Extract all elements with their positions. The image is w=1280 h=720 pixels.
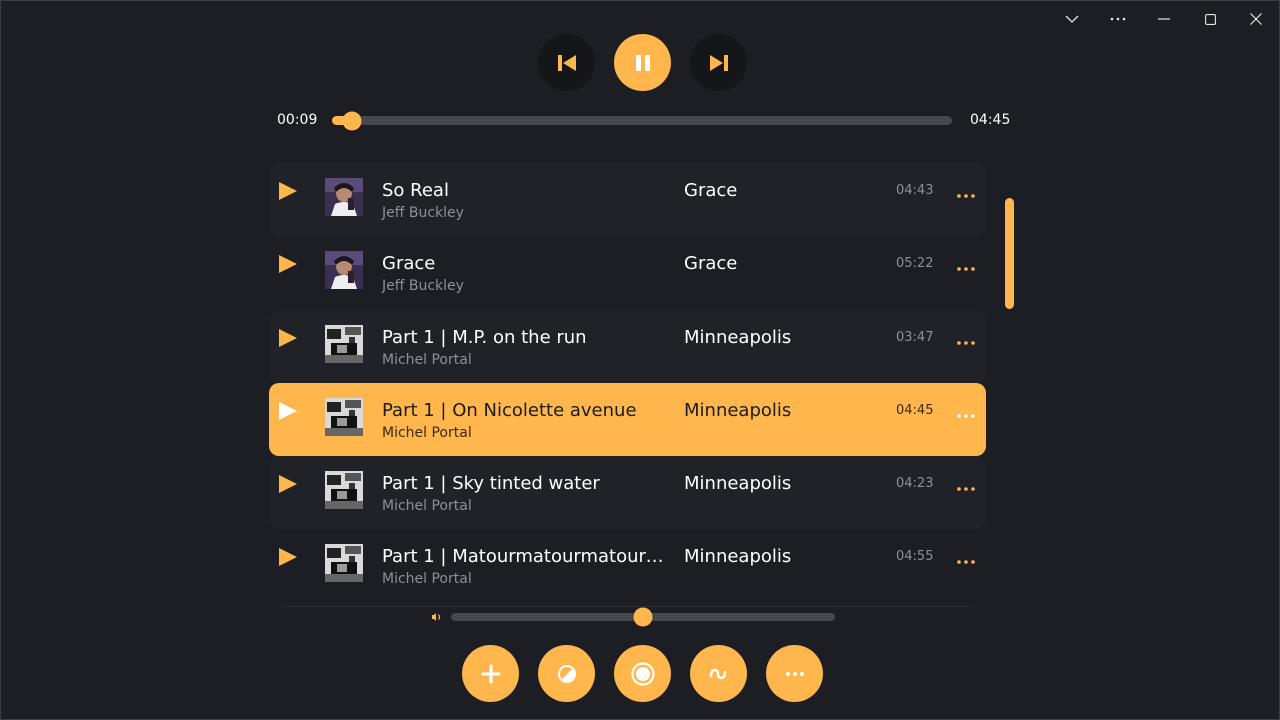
play-icon[interactable]: [278, 547, 298, 567]
track-artist: Jeff Buckley: [382, 278, 464, 295]
action-bar: [462, 645, 823, 702]
more-icon: [785, 671, 804, 676]
volume-thumb[interactable]: [633, 607, 653, 627]
add-button[interactable]: [462, 645, 519, 702]
track-album: Minneapolis: [684, 546, 792, 568]
title-bar-controls: [1049, 1, 1279, 37]
track-artist: Michel Portal: [382, 424, 472, 441]
skip-next-icon: [709, 54, 728, 71]
total-time: 04:45: [970, 112, 1011, 128]
more-options-icon[interactable]: [955, 480, 977, 494]
play-icon[interactable]: [278, 181, 298, 201]
play-icon[interactable]: [278, 254, 298, 274]
skip-previous-icon: [557, 54, 576, 71]
track-duration: 04:23: [896, 476, 934, 492]
seek-thumb[interactable]: [342, 111, 362, 130]
track-duration: 04:43: [896, 183, 934, 198]
track-album: Grace: [684, 253, 738, 275]
volume-icon[interactable]: [430, 610, 444, 624]
track-album: Minneapolis: [684, 326, 792, 348]
previous-track-button[interactable]: [538, 34, 595, 91]
track-list: So Real Jeff Buckley Grace 04:43 Grace Jeff B…: [269, 163, 986, 593]
track-artist: Michel Portal: [382, 351, 472, 368]
track-row[interactable]: Part 1 | Sky tinted water Michel Portal Mi…: [269, 456, 986, 530]
pause-button[interactable]: [614, 34, 671, 91]
track-row[interactable]: Part 1 | Matourmatourmatourm... Michel Po…: [269, 529, 986, 593]
track-title: So Real: [382, 180, 449, 201]
wave-button[interactable]: [690, 645, 747, 702]
track-duration: 04:45: [896, 402, 934, 418]
track-album: Grace: [684, 180, 738, 201]
track-title: Grace: [382, 253, 436, 275]
album-art: [325, 397, 363, 436]
album-art: [325, 178, 363, 216]
volume-slider[interactable]: [451, 607, 835, 627]
play-icon[interactable]: [278, 474, 298, 494]
more-options-icon[interactable]: [955, 553, 977, 567]
album-art: [325, 324, 363, 363]
track-title: Part 1 | Matourmatourmatourm...: [382, 546, 664, 568]
pause-icon: [635, 54, 650, 71]
play-icon[interactable]: [278, 328, 298, 348]
track-duration: 05:22: [896, 256, 934, 272]
track-artist: Michel Portal: [382, 498, 472, 515]
seek-slider[interactable]: [332, 111, 952, 130]
transport-controls: [538, 34, 747, 91]
chevron-down-icon[interactable]: [1049, 1, 1095, 37]
album-art: [325, 544, 363, 583]
more-options-icon[interactable]: [955, 187, 977, 201]
track-album: Minneapolis: [684, 399, 792, 421]
maximize-icon[interactable]: [1187, 1, 1233, 37]
play-icon[interactable]: [278, 401, 298, 421]
more-options-icon[interactable]: [955, 407, 977, 421]
more-horizontal-icon[interactable]: [1095, 1, 1141, 37]
track-row[interactable]: Grace Jeff Buckley Grace 05:22: [269, 236, 986, 309]
theme-icon: [557, 664, 576, 683]
track-row[interactable]: Part 1 | M.P. on the run Michel Portal Min…: [269, 309, 986, 383]
track-album: Minneapolis: [684, 473, 792, 495]
close-icon[interactable]: [1233, 1, 1279, 37]
track-title: Part 1 | On Nicolette avenue: [382, 399, 637, 421]
record-icon: [630, 661, 655, 686]
add-icon: [481, 664, 500, 683]
music-player-window: 00:09 04:45 So Real Jeff Buckley Grace 04:4…: [0, 0, 1280, 720]
current-time: 00:09: [277, 112, 318, 128]
more-options-icon[interactable]: [955, 334, 977, 348]
next-track-button[interactable]: [690, 34, 747, 91]
album-art: [325, 251, 363, 290]
record-button[interactable]: [614, 645, 671, 702]
divider: [281, 606, 974, 607]
track-artist: Jeff Buckley: [382, 205, 464, 221]
track-list-scrollbar[interactable]: [1005, 198, 1014, 309]
track-row[interactable]: So Real Jeff Buckley Grace 04:43: [269, 163, 986, 236]
track-title: Part 1 | M.P. on the run: [382, 326, 587, 348]
more-options-icon[interactable]: [955, 260, 977, 274]
more-actions-button[interactable]: [766, 645, 823, 702]
track-duration: 03:47: [896, 329, 934, 345]
album-art: [325, 471, 363, 510]
track-row[interactable]: Part 1 | On Nicolette avenue Michel Porta…: [269, 382, 986, 456]
minimize-icon[interactable]: [1141, 1, 1187, 37]
track-artist: Michel Portal: [382, 571, 472, 588]
track-duration: 04:55: [896, 549, 934, 565]
track-title: Part 1 | Sky tinted water: [382, 473, 600, 495]
theme-button[interactable]: [538, 645, 595, 702]
wave-icon: [709, 668, 726, 679]
